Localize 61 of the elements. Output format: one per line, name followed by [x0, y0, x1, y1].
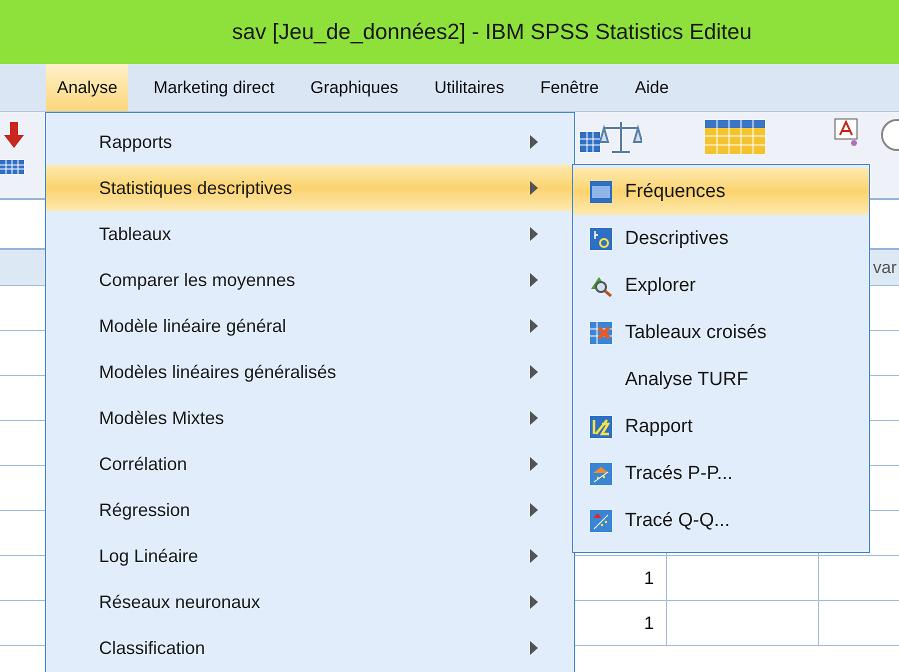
menu-item[interactable]: Statistiques descriptives: [46, 165, 574, 211]
menu-item[interactable]: Classification: [46, 625, 574, 671]
fraction-icon: [590, 416, 612, 438]
table-icon[interactable]: [580, 132, 600, 152]
menu-item-label: Tableaux: [99, 224, 172, 244]
font-icon[interactable]: [834, 118, 858, 146]
menu-bar-item[interactable]: Aide: [624, 64, 680, 111]
menu-item[interactable]: Log Linéaire: [46, 533, 574, 579]
menu-item[interactable]: Régression: [46, 487, 574, 533]
menu-item-label: Log Linéaire: [99, 546, 198, 566]
menu-item[interactable]: Analyse TURF: [573, 356, 869, 403]
menu-item-label: Modèles linéaires généralisés: [99, 362, 336, 382]
menu-item-label: Régression: [99, 500, 190, 520]
crosstab-icon: [590, 322, 612, 344]
menu-item-label: Fréquences: [625, 180, 726, 202]
column-header: var: [873, 258, 897, 278]
menu-item[interactable]: Modèle linéaire général: [46, 303, 574, 349]
scales-icon[interactable]: [600, 120, 642, 154]
menu-bar-item[interactable]: Graphiques: [299, 64, 410, 111]
menu-item-label: Analyse TURF: [625, 368, 748, 390]
menu-item-label: Comparer les moyennes: [99, 270, 296, 290]
menu-item[interactable]: Comparer les moyennes: [46, 257, 574, 303]
table-cell: 1: [644, 568, 654, 588]
menu-item[interactable]: Modèles linéaires généralisés: [46, 349, 574, 395]
menu-item[interactable]: Rapports: [46, 119, 574, 165]
menu-item-label: Rapport: [625, 416, 693, 438]
menu-item[interactable]: Rapport: [573, 403, 869, 450]
table-cell: 1: [644, 612, 654, 634]
menu-item[interactable]: Réseaux neuronaux: [46, 579, 574, 625]
menu-item[interactable]: Corrélation: [46, 441, 574, 487]
menu-item-label: Tracés P-P...: [625, 462, 733, 484]
menu-item[interactable]: Descriptives: [573, 215, 869, 262]
menu-item-label: Tableaux croisés: [625, 322, 767, 344]
menu-bar-item[interactable]: Fenêtre: [529, 64, 610, 111]
menu-item-label: Rapports: [99, 132, 172, 152]
menu-item-label: Classification: [99, 638, 206, 658]
menu-item-label: Corrélation: [99, 454, 188, 474]
menu-bar-item[interactable]: Utilitaires: [423, 64, 516, 111]
grid-icon[interactable]: [705, 120, 765, 154]
menu-item[interactable]: Tracés P-P...: [573, 450, 869, 497]
menu-bar-item[interactable]: Analyse: [46, 64, 128, 111]
menu-item[interactable]: Explorer: [573, 262, 869, 309]
down-arrow-icon[interactable]: [3, 122, 25, 148]
menu-bar-item[interactable]: Marketing direct: [142, 64, 286, 111]
menu-item-label: Explorer: [625, 274, 696, 296]
menu-item-label: Tracé Q-Q...: [625, 510, 730, 532]
window-title: sav [Jeu_de_données2] - IBM SPSS Statistics Editeu: [232, 19, 752, 45]
menu-item[interactable]: Fréquences: [573, 168, 869, 215]
menu-item-label: Modèle linéaire général: [99, 316, 286, 336]
plot-icon: [590, 462, 612, 484]
menu-item-label: Réseaux neuronaux: [99, 592, 260, 612]
menu-item[interactable]: Tracé Q-Q...: [573, 497, 869, 544]
table-icon[interactable]: [0, 160, 24, 174]
menu-item-label: Modèles Mixtes: [99, 408, 224, 428]
menu-item-label: Descriptives: [625, 228, 728, 250]
plot-icon: [590, 510, 612, 532]
menu-item-label: Statistiques descriptives: [99, 178, 292, 198]
magnifier-icon: [589, 274, 613, 296]
menu-item[interactable]: Tableaux croisés: [573, 309, 869, 356]
menu-item[interactable]: Modèles Mixtes: [46, 395, 574, 441]
menu-item[interactable]: Tableaux: [46, 211, 574, 257]
